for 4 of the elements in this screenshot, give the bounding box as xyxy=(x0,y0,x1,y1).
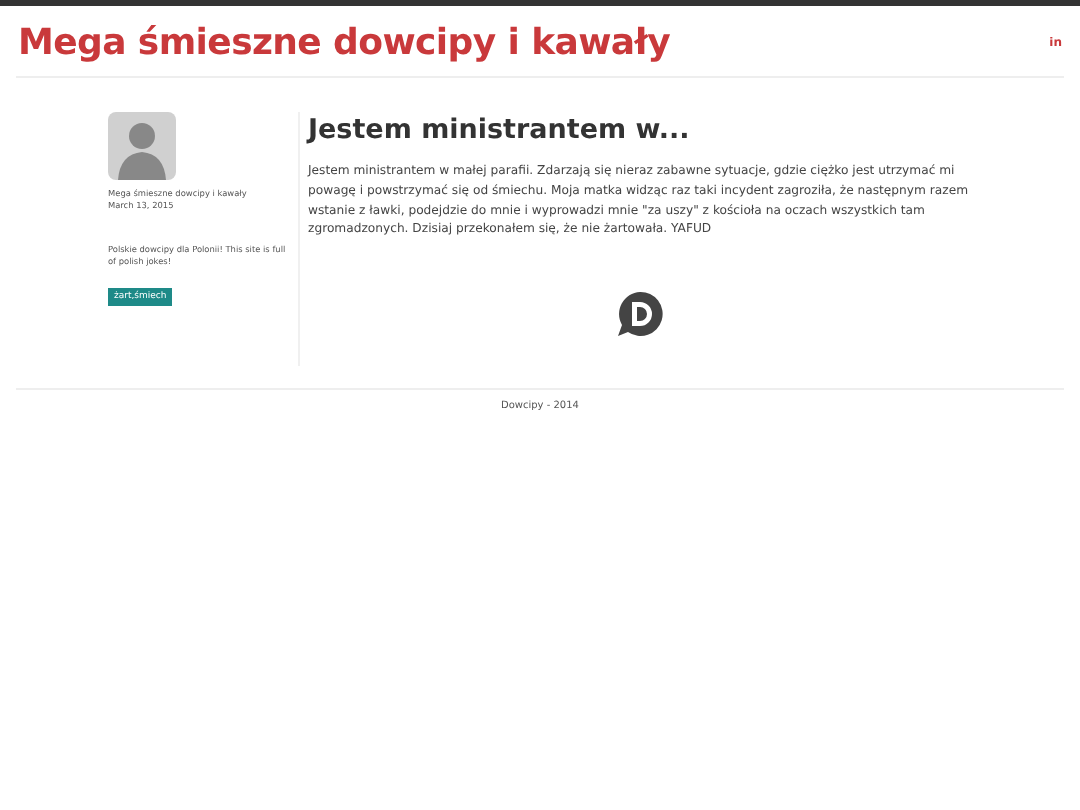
post-title: Jestem ministrantem w... xyxy=(308,114,692,146)
speech-bubble-icon xyxy=(616,290,664,339)
avatar-icon xyxy=(108,112,176,180)
site-title[interactable]: Mega śmieszne dowcipy i kawały xyxy=(18,22,671,64)
